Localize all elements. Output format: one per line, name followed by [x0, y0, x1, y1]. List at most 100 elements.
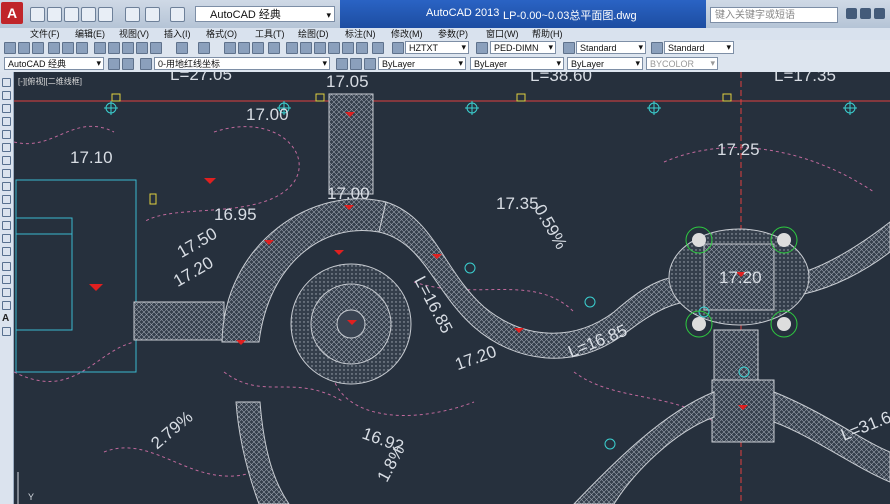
gradient-icon[interactable]: [2, 275, 11, 284]
workspace-combo[interactable]: AutoCAD 经典: [4, 57, 104, 70]
make-block-icon[interactable]: [2, 234, 11, 243]
region-icon[interactable]: [2, 288, 11, 297]
viewport-controls[interactable]: [-][俯视][二维线框]: [18, 76, 82, 87]
properties-icon[interactable]: [286, 42, 298, 54]
line-icon[interactable]: [2, 78, 11, 87]
ellipse-icon[interactable]: [2, 195, 11, 204]
publish-icon[interactable]: [76, 42, 88, 54]
drawing-svg: L=27.05 17.05 L=38.60 L=17.35 17.00 17.1…: [14, 72, 890, 504]
construction-line-icon[interactable]: [2, 91, 11, 100]
quickcalc-icon[interactable]: [356, 42, 368, 54]
menu-view[interactable]: 视图(V): [119, 28, 149, 40]
polygon-icon[interactable]: [2, 117, 11, 126]
menu-dimension[interactable]: 标注(N): [345, 28, 376, 40]
user-icon[interactable]: [860, 8, 871, 19]
help-icon[interactable]: [372, 42, 384, 54]
zoom-realtime-icon[interactable]: [238, 42, 250, 54]
markup-icon[interactable]: [342, 42, 354, 54]
app-version: AutoCAD 2013: [426, 7, 500, 19]
cut-icon[interactable]: [94, 42, 106, 54]
copy-icon[interactable]: [108, 42, 120, 54]
paste-icon[interactable]: [122, 42, 134, 54]
dim-style-select[interactable]: PED-DIMN: [490, 41, 556, 54]
search-input[interactable]: 键入关键字或短语: [710, 7, 838, 23]
match-properties-icon[interactable]: [136, 42, 148, 54]
block-editor-icon[interactable]: [150, 42, 162, 54]
new-icon[interactable]: [4, 42, 16, 54]
open-icon[interactable]: [47, 7, 62, 22]
make-current-icon[interactable]: [336, 58, 348, 70]
label-17-20-b: 17.20: [719, 268, 762, 287]
preview-icon[interactable]: [62, 42, 74, 54]
polyline-icon[interactable]: [2, 104, 11, 113]
undo-icon[interactable]: [145, 7, 160, 22]
point-icon[interactable]: [2, 247, 11, 256]
drawing-canvas[interactable]: L=27.05 17.05 L=38.60 L=17.35 17.00 17.1…: [14, 72, 890, 504]
label-l-17: L=17.35: [774, 72, 836, 85]
layer-previous-icon[interactable]: [350, 58, 362, 70]
menu-help[interactable]: 帮助(H): [532, 28, 563, 40]
workspace-settings-icon[interactable]: [108, 58, 120, 70]
save-icon[interactable]: [64, 7, 79, 22]
revision-cloud-icon[interactable]: [2, 169, 11, 178]
sheet-set-icon[interactable]: [328, 42, 340, 54]
text-style-select[interactable]: HZTXT: [405, 41, 469, 54]
color-select[interactable]: ByLayer: [378, 57, 466, 70]
redo-icon[interactable]: [198, 42, 210, 54]
circle-icon[interactable]: [2, 156, 11, 165]
ellipse-arc-icon[interactable]: [2, 208, 11, 217]
lineweight-select[interactable]: ByLayer: [567, 57, 643, 70]
hatch-icon[interactable]: [2, 262, 11, 271]
text-style-icon[interactable]: [392, 42, 404, 54]
menu-tools[interactable]: 工具(T): [255, 28, 285, 40]
table-icon[interactable]: [2, 301, 11, 310]
ucs-axis-label: Y: [28, 492, 34, 502]
multiline-text-icon[interactable]: A: [2, 314, 11, 324]
table-style-select[interactable]: Standard: [576, 41, 646, 54]
undo-icon[interactable]: [176, 42, 188, 54]
binoculars-icon[interactable]: [846, 8, 857, 19]
menu-modify[interactable]: 修改(M): [391, 28, 423, 40]
arc-icon[interactable]: [2, 143, 11, 152]
label-17-05: 17.05: [326, 72, 369, 91]
linetype-select[interactable]: ByLayer: [470, 57, 564, 70]
spline-icon[interactable]: [2, 182, 11, 191]
plot-style-select[interactable]: BYCOLOR: [646, 57, 718, 70]
zoom-window-icon[interactable]: [252, 42, 264, 54]
layer-manager-icon[interactable]: [122, 58, 134, 70]
dim-style-icon[interactable]: [476, 42, 488, 54]
layer-state-icon[interactable]: [140, 58, 152, 70]
table-style-icon[interactable]: [563, 42, 575, 54]
save-icon[interactable]: [32, 42, 44, 54]
print-icon[interactable]: [98, 7, 113, 22]
layer-walk-icon[interactable]: [364, 58, 376, 70]
label-17-00-a: 17.00: [246, 105, 289, 124]
title-bar: A AutoCAD 经典 AutoCAD 2013 LP-0.00~0.03总平…: [0, 0, 890, 29]
menu-draw[interactable]: 绘图(D): [298, 28, 329, 40]
menu-file[interactable]: 文件(F): [30, 28, 60, 40]
workspace-select[interactable]: AutoCAD 经典: [195, 6, 335, 23]
menu-edit[interactable]: 编辑(E): [75, 28, 105, 40]
application-menu-button[interactable]: A: [1, 2, 23, 24]
add-selected-icon[interactable]: [2, 327, 11, 336]
plot-icon[interactable]: [125, 7, 140, 22]
open-icon[interactable]: [18, 42, 30, 54]
insert-block-icon[interactable]: [2, 221, 11, 230]
menu-format[interactable]: 格式(O): [206, 28, 237, 40]
exchange-icon[interactable]: [874, 8, 885, 19]
redo-icon[interactable]: [170, 7, 185, 22]
print-icon[interactable]: [48, 42, 60, 54]
menu-window[interactable]: 窗口(W): [486, 28, 519, 40]
rectangle-icon[interactable]: [2, 130, 11, 139]
tool-palettes-icon[interactable]: [314, 42, 326, 54]
layer-select[interactable]: 0-用地红线坐标: [154, 57, 330, 70]
multileader-style-select[interactable]: Standard: [664, 41, 734, 54]
menu-insert[interactable]: 插入(I): [164, 28, 191, 40]
new-icon[interactable]: [30, 7, 45, 22]
zoom-previous-icon[interactable]: [268, 42, 280, 54]
pan-icon[interactable]: [224, 42, 236, 54]
multileader-style-icon[interactable]: [651, 42, 663, 54]
menu-parametric[interactable]: 参数(P): [438, 28, 468, 40]
save-as-icon[interactable]: [81, 7, 96, 22]
design-center-icon[interactable]: [300, 42, 312, 54]
